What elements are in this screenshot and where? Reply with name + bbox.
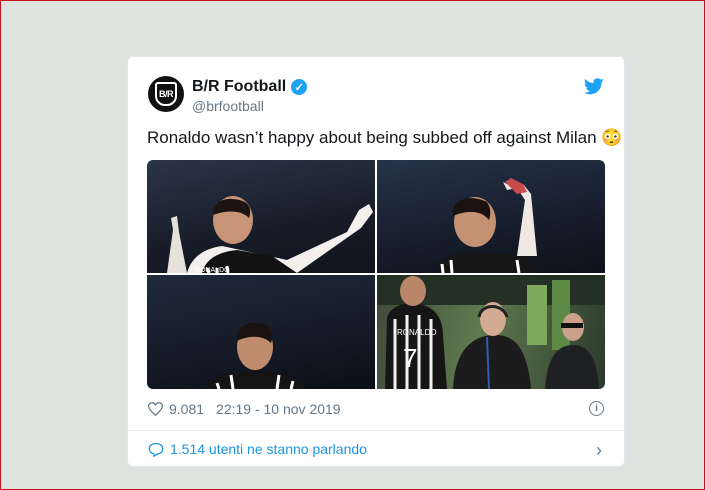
avatar[interactable]: B/R bbox=[148, 76, 184, 112]
photo-ronaldo-touchline[interactable]: RONALDO 7 bbox=[377, 275, 605, 389]
photo-3-illustration bbox=[202, 322, 305, 389]
conversation-label: 1.514 utenti ne stanno parlando bbox=[170, 441, 367, 457]
comment-icon bbox=[148, 442, 164, 457]
verified-icon: ✓ bbox=[291, 79, 308, 95]
window-frame-left bbox=[0, 0, 1, 490]
jersey-number-text: 7 bbox=[403, 343, 417, 373]
divider bbox=[128, 430, 624, 431]
photo-ronaldo-pointing-up[interactable] bbox=[377, 160, 605, 273]
photo-ronaldo-walking[interactable] bbox=[147, 275, 375, 389]
photo-grid[interactable]: RONALDO RONALDO 7 bbox=[147, 160, 605, 389]
avatar-logo: B/R bbox=[155, 82, 177, 106]
chevron-right-icon[interactable]: › bbox=[596, 440, 602, 461]
author-name[interactable]: B/R Football ✓ bbox=[192, 78, 308, 96]
info-icon[interactable]: i bbox=[589, 401, 604, 416]
twitter-bird-icon[interactable] bbox=[584, 78, 604, 95]
heart-icon[interactable] bbox=[148, 402, 163, 416]
jersey-name-text: RONALDO bbox=[397, 328, 437, 337]
likes-count[interactable]: 9.081 bbox=[169, 401, 204, 417]
window-frame-top bbox=[0, 0, 705, 1]
author-handle[interactable]: @brfootball bbox=[192, 98, 264, 114]
tweet-text: Ronaldo wasn’t happy about being subbed … bbox=[147, 128, 623, 147]
tweet-meta: 9.081 22:19 - 10 nov 2019 bbox=[148, 401, 341, 417]
photo-2-illustration bbox=[437, 178, 537, 273]
jersey-text: RONALDO bbox=[195, 267, 230, 273]
tweet-card[interactable]: B/R B/R Football ✓ @brfootball Ronaldo w… bbox=[127, 56, 625, 467]
conversation-link[interactable]: 1.514 utenti ne stanno parlando bbox=[148, 441, 367, 457]
photo-4-illustration: RONALDO 7 bbox=[377, 275, 605, 389]
author-name-label: B/R Football bbox=[192, 78, 287, 95]
photo-1-illustration: RONALDO bbox=[167, 196, 373, 273]
tweet-timestamp[interactable]: 22:19 - 10 nov 2019 bbox=[216, 401, 341, 417]
photo-ronaldo-pointing-left[interactable]: RONALDO bbox=[147, 160, 375, 273]
